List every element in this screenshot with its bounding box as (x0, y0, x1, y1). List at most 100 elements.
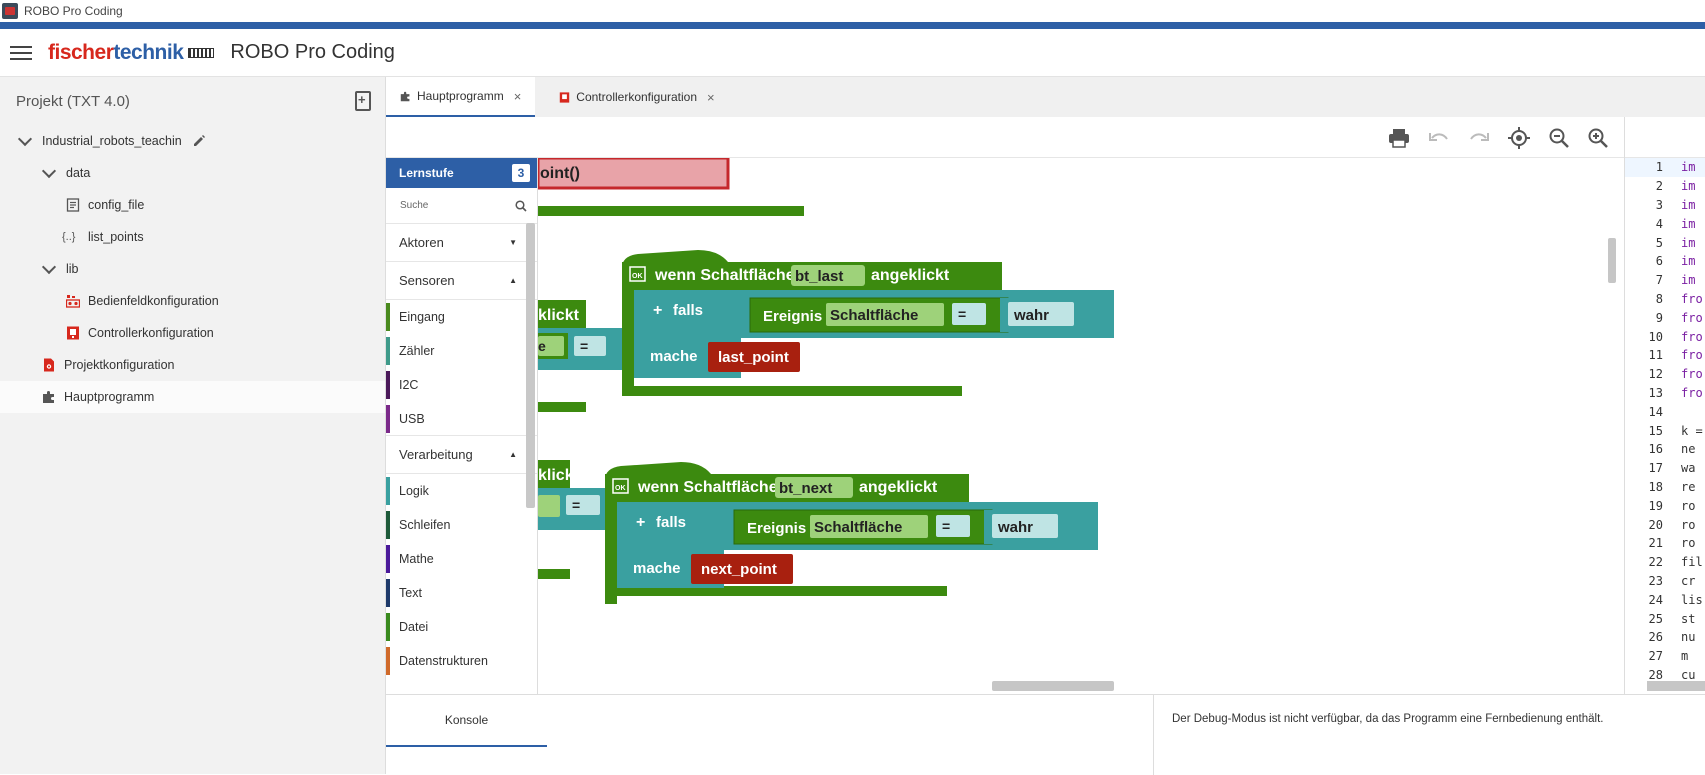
tree-item-data-folder[interactable]: data (0, 157, 385, 189)
tree-item-lib-folder[interactable]: lib (0, 253, 385, 285)
category-color-bar (386, 579, 390, 607)
ereignis-label-1: Ereignis (763, 308, 822, 325)
accent-bar (0, 22, 1705, 29)
code-line: 1 im (1625, 158, 1705, 177)
tree-item-bedienfeld[interactable]: Bedienfeldkonfiguration (0, 285, 385, 317)
falls-label-2: falls (656, 514, 686, 531)
project-config-icon (44, 358, 54, 372)
toolbox-search[interactable]: Suche (386, 188, 537, 224)
code-text: ro (1681, 536, 1696, 551)
chevron-down-icon[interactable] (41, 163, 57, 178)
code-horizontal-scrollbar[interactable] (1647, 681, 1705, 691)
code-line: 17 wa (1625, 459, 1705, 478)
code-line: 2 im (1625, 177, 1705, 196)
event-block-bt-next[interactable]: OK wenn Schaltfläche bt_next angeklickt … (605, 462, 1098, 604)
category-sensoren[interactable]: Sensoren ▲ (386, 262, 537, 300)
block-bar (538, 402, 586, 412)
call-label-1: last_point (718, 349, 789, 366)
block-fragment-top[interactable]: oint() (538, 158, 730, 190)
zoom-out-icon[interactable] (1547, 126, 1571, 150)
code-text: fro (1681, 348, 1703, 363)
close-icon[interactable]: × (514, 89, 522, 104)
line-number: 13 (1648, 385, 1663, 400)
chevron-down-icon[interactable] (41, 259, 57, 274)
hamburger-menu-icon[interactable] (10, 42, 32, 64)
category-label: Text (399, 586, 422, 600)
event-block-bt-last[interactable]: OK wenn Schaltfläche bt_last angeklickt … (622, 250, 1114, 396)
toolbox-scrollbar[interactable] (526, 223, 535, 508)
category-mathe[interactable]: Mathe (386, 542, 537, 576)
line-number: 28 (1648, 667, 1663, 682)
print-icon[interactable] (1387, 126, 1411, 150)
code-text: ne (1681, 442, 1696, 457)
code-line: 7 im (1625, 271, 1705, 290)
line-number: 22 (1648, 555, 1663, 570)
tab-controllerkonfiguration[interactable]: Controllerkonfiguration × (545, 77, 728, 117)
category-datei[interactable]: Datei (386, 610, 537, 644)
code-text: im (1681, 216, 1696, 231)
category-i2c[interactable]: I2C (386, 368, 537, 402)
category-color-bar (386, 405, 390, 433)
workspace-horizontal-scrollbar[interactable] (992, 681, 1114, 691)
category-schleifen[interactable]: Schleifen (386, 508, 537, 542)
tree-item-list-points[interactable]: {..} list_points (0, 221, 385, 253)
workspace-vertical-scrollbar[interactable] (1608, 238, 1616, 283)
mache-label-2: mache (633, 560, 681, 577)
blockly-workspace[interactable]: oint() klickt e = wahr (386, 158, 1624, 694)
new-file-icon[interactable] (355, 91, 371, 111)
code-text: fil (1681, 555, 1703, 570)
category-color-bar (386, 545, 390, 573)
category-logik[interactable]: Logik (386, 474, 537, 508)
category-text[interactable]: Text (386, 576, 537, 610)
center-target-icon[interactable] (1507, 126, 1531, 150)
category-datenstrukturen[interactable]: Datenstrukturen (386, 644, 537, 678)
chevron-down-icon[interactable] (17, 131, 33, 146)
tree-item-controller[interactable]: Controllerkonfiguration (0, 317, 385, 349)
tree-label-lib: lib (66, 262, 79, 276)
line-number: 15 (1648, 423, 1663, 438)
line-number: 14 (1648, 404, 1663, 419)
search-input[interactable]: Suche (400, 200, 428, 211)
toolbox-header[interactable]: Lernstufe 3 (386, 158, 537, 188)
code-line: 11 fro (1625, 346, 1705, 365)
category-eingang[interactable]: Eingang (386, 300, 537, 334)
category-zaehler[interactable]: Zähler (386, 334, 537, 368)
level-badge[interactable]: 3 (512, 164, 530, 182)
category-usb[interactable]: USB (386, 402, 537, 436)
code-line: 6 im (1625, 252, 1705, 271)
code-text: im (1681, 235, 1696, 250)
tab-konsole[interactable]: Konsole (386, 695, 547, 747)
code-line: 4 im (1625, 214, 1705, 233)
redo-icon[interactable] (1467, 126, 1491, 150)
line-number: 18 (1648, 479, 1663, 494)
block-canvas[interactable]: oint() klickt e = wahr (538, 158, 1624, 694)
undo-icon[interactable] (1427, 126, 1451, 150)
caret-down-icon: ▼ (509, 238, 517, 247)
close-icon[interactable]: × (707, 90, 715, 105)
zoom-in-icon[interactable] (1586, 126, 1610, 150)
line-number: 3 (1655, 197, 1663, 212)
line-number: 25 (1648, 611, 1663, 626)
code-text: m (1681, 649, 1689, 664)
tree-label-projekt: Projektkonfiguration (64, 358, 175, 372)
project-title: Projekt (TXT 4.0) (16, 92, 130, 110)
code-line: 12 fro (1625, 365, 1705, 384)
toolbox-title: Lernstufe (399, 166, 454, 180)
category-aktoren[interactable]: Aktoren ▼ (386, 224, 537, 262)
line-number: 20 (1648, 517, 1663, 532)
code-line: 21 ro (1625, 534, 1705, 553)
tree-item-projekt[interactable]: Projektkonfiguration (0, 349, 385, 381)
brand-mark-icon (188, 47, 215, 58)
edit-pencil-icon[interactable] (192, 134, 206, 148)
tree-item-hauptprogramm[interactable]: Hauptprogramm (0, 381, 385, 413)
category-color-bar (386, 613, 390, 641)
block-toolbox: Lernstufe 3 Suche Aktoren ▼ Sensoren ▲ Ein… (386, 158, 538, 694)
code-preview-panel: 1 im 2 im 3 im 4 im 5 im 6 im 7 im 8 fro 9 fro 10 fro 11 fro 1… (1624, 117, 1705, 694)
search-icon[interactable] (515, 199, 527, 212)
category-color-bar (386, 511, 390, 539)
tab-hauptprogramm[interactable]: Hauptprogramm × (386, 77, 536, 117)
tree-item-root[interactable]: Industrial_robots_teachin (0, 125, 385, 157)
tree-item-config-file[interactable]: config_file (0, 189, 385, 221)
category-verarbeitung[interactable]: Verarbeitung ▲ (386, 436, 537, 474)
line-number: 4 (1655, 216, 1663, 231)
